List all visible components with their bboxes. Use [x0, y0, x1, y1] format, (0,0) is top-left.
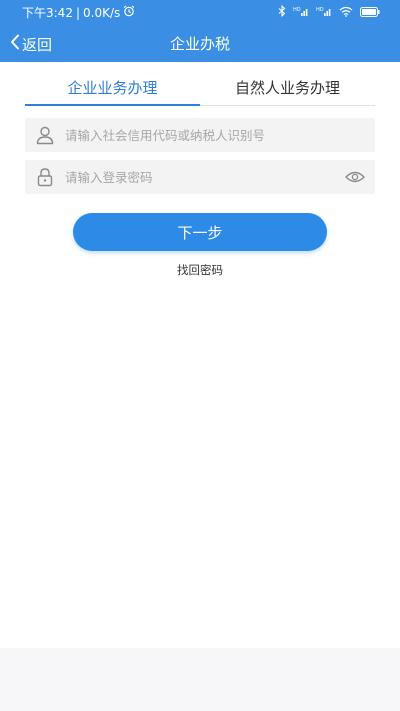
chevron-left-icon: [10, 34, 20, 54]
page-title: 企业办税: [169, 35, 230, 53]
svg-text:HD: HD: [293, 7, 301, 13]
bottom-area: [0, 648, 400, 711]
svg-text:HD: HD: [316, 7, 324, 13]
find-password-link[interactable]: 找回密码: [0, 262, 400, 278]
lock-icon: [25, 167, 65, 187]
nav-bar: 企业办税 返回: [0, 26, 400, 62]
signal-hd-icon: HD: [293, 0, 309, 26]
account-input[interactable]: [65, 118, 375, 152]
battery-icon: [360, 0, 380, 26]
tab-bar: 企业业务办理 自然人业务办理: [25, 72, 375, 106]
signal-hd-icon: HD: [316, 0, 332, 26]
tab-individual-business[interactable]: 自然人业务办理: [200, 72, 375, 105]
bluetooth-icon: [278, 0, 286, 26]
status-time: 下午3:42: [22, 6, 73, 20]
app-header: 下午3:42 | 0.0K/s HD HD 企业办税 返回: [0, 0, 400, 62]
account-field: [25, 118, 375, 152]
wifi-icon: [339, 0, 353, 26]
status-separator: |: [75, 6, 80, 20]
status-speed: 0.0K/s: [83, 6, 121, 20]
status-right: HD HD: [278, 0, 380, 26]
back-label: 返回: [22, 35, 53, 54]
eye-icon[interactable]: [335, 171, 375, 183]
next-step-button[interactable]: 下一步: [73, 213, 327, 251]
status-left: 下午3:42 | 0.0K/s: [22, 0, 135, 26]
password-input[interactable]: [65, 160, 335, 194]
password-field: [25, 160, 375, 194]
status-bar: 下午3:42 | 0.0K/s HD HD: [0, 0, 400, 26]
alarm-icon: [123, 0, 135, 26]
back-button[interactable]: 返回: [10, 30, 52, 58]
tab-enterprise-business[interactable]: 企业业务办理: [25, 72, 200, 106]
user-icon: [25, 125, 65, 145]
